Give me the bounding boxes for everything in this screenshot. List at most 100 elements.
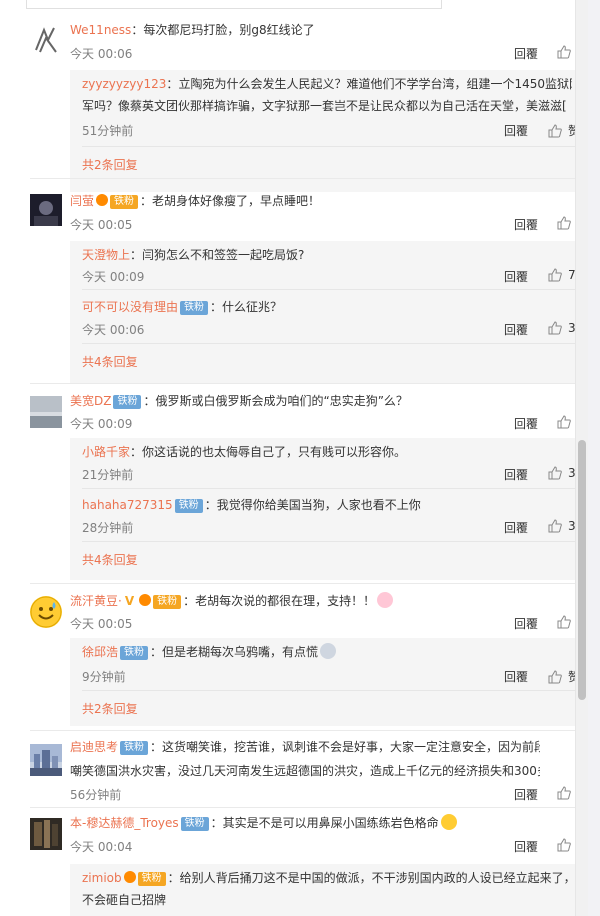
reply-item: zimiob 铁粉 ：给别人背后捅刀这不是中国的做派，不干涉别国内政的人设已经立起来… [82,868,572,888]
reply-item: hahaha727315 铁粉 ：我觉得你给美国当狗，人家也看不上你 [82,498,421,513]
avatar[interactable] [30,396,62,428]
fan-badge: 铁粉 [180,301,209,315]
reply-text: 闫狗怎么不和签签一起吃局饭? [142,248,305,262]
reply-username[interactable]: 天澄物上 [82,248,130,262]
more-replies-link[interactable]: 共4条回复 [82,353,138,370]
reply-button[interactable]: 回覆 [504,122,528,139]
avatar[interactable] [30,818,62,850]
thumbs-up-icon [548,321,562,335]
reply-text: 我觉得你给美国当狗，人家也看不上你 [216,498,421,512]
reply-button[interactable]: 回覆 [504,466,528,483]
avatar[interactable] [30,194,62,226]
fan-badge: 铁粉 [137,872,166,886]
like-button[interactable]: 7 [548,268,576,282]
reply-item: zyyzyyzyy123：立陶宛为什么会发生人民起义？难道他们不学学台湾，组建一… [82,74,572,94]
reply-button[interactable]: 回覆 [504,519,528,536]
like-button[interactable]: 3 [548,466,576,480]
divider [30,383,588,384]
divider [30,178,588,179]
divider [30,807,588,808]
reply-time: 21分钟前 [82,468,134,482]
reply-button[interactable]: 回覆 [514,45,538,62]
avatar[interactable] [30,744,62,776]
reply-item: 可不可以没有理由 铁粉 ：什么征兆？ [82,300,283,315]
verified-icon: V [124,594,135,608]
reply-button[interactable]: 回覆 [504,321,528,338]
divider [82,541,588,542]
vip-icon [123,871,136,883]
smile-emoji-icon [440,814,457,830]
more-replies-link[interactable]: 共2条回复 [82,700,138,717]
reply-username[interactable]: zimiob [82,871,122,885]
divider [82,690,588,691]
divider [82,146,588,147]
thumbs-up-icon [557,786,571,800]
reply-list: 小路千家：你这话说的也太侮辱自己了，只有贱可以形容你。 21分钟前 回覆 3 h… [70,438,588,580]
reply-button[interactable]: 回覆 [514,216,538,233]
reply-username[interactable]: 徐邱浩 [82,645,118,659]
divider [82,289,588,290]
comment-username[interactable]: 美宽DZ [70,394,111,408]
comment-time: 今天 00:05 [70,617,133,631]
more-replies-link[interactable]: 共2条回复 [82,156,138,173]
thumbs-up-icon [557,45,571,59]
comment-username[interactable]: 流汗黄豆· [70,594,122,608]
comment-username[interactable]: 闫萤 [70,194,94,208]
thumbs-up-icon [557,216,571,230]
divider [82,488,588,489]
reply-button[interactable]: 回覆 [504,268,528,285]
reply-list: zimiob 铁粉 ：给别人背后捅刀这不是中国的做派，不干涉别国内政的人设已经立起来… [70,864,588,916]
comment-username[interactable]: We11ness [70,23,131,37]
reply-button[interactable]: 回覆 [514,838,538,855]
comment-text: 这货嘲笑谁，挖苦谁，讽刺谁不会是好事，大家一定注意安全，因为前段时间他 [162,740,540,754]
reply-button[interactable]: 回覆 [514,786,538,803]
reply-time: 今天 00:09 [82,270,145,284]
reply-list: 徐邱浩 铁粉 ：但是老糊每次乌鸦嘴，有点慌 9分钟前 回覆 赞 共2条回复 [70,638,588,726]
thumbs-up-icon [548,123,562,137]
scrollbar[interactable] [575,0,588,916]
reply-text: 你这话说的也太侮辱自己了，只有贱可以形容你。 [142,445,407,459]
pig-emoji-icon [377,592,394,608]
reply-text: 但是老糊每次乌鸦嘴，有点慌 [162,645,319,659]
reply-button[interactable]: 回覆 [514,615,538,632]
reply-username[interactable]: 小路千家 [82,445,130,459]
like-button[interactable]: 3 [548,321,576,335]
more-replies-link[interactable]: 共4条回复 [82,551,138,568]
fan-badge: 铁粉 [180,817,209,831]
reply-button[interactable]: 回覆 [504,668,528,685]
divider [82,343,588,344]
reply-username[interactable]: zyyzyyzyy123 [82,77,166,91]
vip-icon [139,594,152,606]
fan-badge: 铁粉 [120,741,149,755]
scrollbar-thumb[interactable] [578,440,586,700]
reply-time: 51分钟前 [82,124,134,138]
reply-username[interactable]: 可不可以没有理由 [82,300,178,314]
reply-list: zyyzyyzyy123：立陶宛为什么会发生人民起义？难道他们不学学台湾，组建一… [70,70,588,192]
reply-time: 28分钟前 [82,521,134,535]
fan-badge: 铁粉 [113,395,142,409]
comment-username[interactable]: 启迪思考 [70,740,118,754]
comment-text: 老胡每次说的都很在理，支持！！ [195,594,376,608]
thumbs-up-icon [548,268,562,282]
comment-username[interactable]: 本-穆达赫德_Troyes [70,816,179,830]
fan-badge: 铁粉 [153,595,182,609]
comment-text: 其实是不是可以用鼻屎小国练练岩色格命 [222,816,439,830]
thumbs-up-icon [557,838,571,852]
reply-button[interactable]: 回覆 [514,415,538,432]
thumbs-up-icon [548,669,562,683]
reply-item: 天澄物上：闫狗怎么不和签签一起吃局饭? [82,248,305,262]
reply-text: 给别人背后捅刀这不是中国的做派，不干涉别国内政的人设已经立起来了，绝 [179,871,572,885]
comment-time: 今天 00:05 [70,218,133,232]
divider [30,730,588,731]
fan-badge: 铁粉 [174,499,203,513]
reply-text: 立陶宛为什么会发生人民起义？难道他们不学学台湾，组建一个1450监狱网 [178,77,572,91]
reply-username[interactable]: hahaha727315 [82,498,173,512]
input-box-edge [26,0,442,9]
avatar[interactable] [30,24,62,56]
divider [30,583,588,584]
avatar[interactable] [30,596,62,628]
like-button[interactable]: 3 [548,519,576,533]
comment-text-cont: 嘲笑德国洪水灾害，没过几天河南发生远超德国的洪灾，造成上千亿元的经济损失和300… [70,764,540,778]
thumbs-up-icon [548,466,562,480]
comment-time: 今天 00:06 [70,47,133,61]
